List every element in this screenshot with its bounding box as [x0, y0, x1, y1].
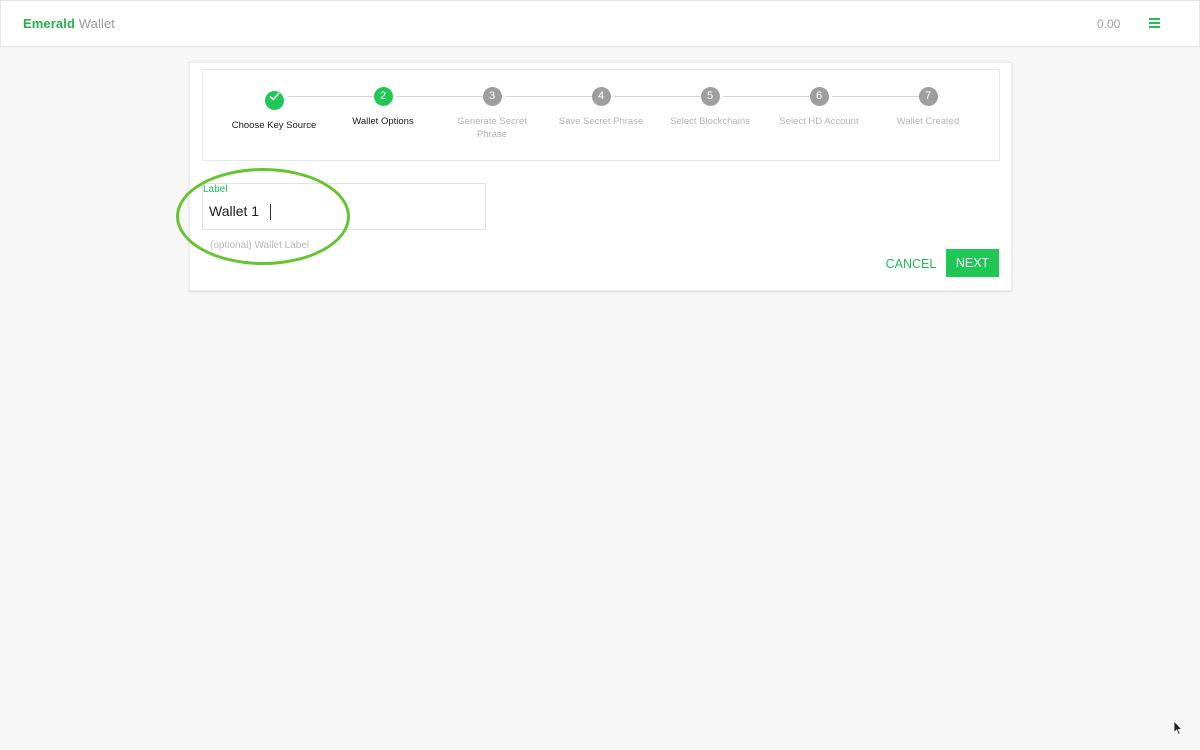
step-label: Wallet Created	[896, 116, 960, 127]
cancel-button[interactable]: CANCEL	[880, 250, 942, 278]
app-bar: Emerald Wallet 0.00	[0, 0, 1200, 47]
brand-secondary: Wallet	[78, 16, 115, 31]
wallet-label-field-label: Label	[203, 184, 228, 195]
step-wallet-created: 7 Wallet Created	[878, 87, 978, 128]
step-generate-secret-phrase: 3 Generate Secret Phrase	[442, 87, 542, 141]
step-select-blockchains: 5 Select Blockchains	[660, 87, 760, 128]
step-select-hd-account: 6 Select HD Account	[769, 87, 869, 128]
wallet-label-field[interactable]	[202, 183, 486, 230]
wallet-stepper: Choose Key Source 2 Wallet Options 3 Gen…	[202, 69, 1000, 161]
step-wallet-options: 2 Wallet Options	[333, 87, 433, 128]
step-number: 3	[482, 87, 502, 106]
step-label: Wallet Options	[352, 116, 414, 127]
step-label: Save Secret Phrase	[558, 116, 644, 127]
step-number: 5	[700, 87, 720, 106]
hamburger-menu-icon[interactable]	[1149, 17, 1161, 30]
brand-logo[interactable]: Emerald Wallet	[23, 16, 115, 31]
step-number: 4	[591, 87, 611, 106]
step-label: Select HD Account	[779, 116, 859, 127]
step-choose-key-source: Choose Key Source	[224, 87, 324, 132]
brand-primary: Emerald	[23, 16, 76, 31]
wallet-label-input[interactable]	[209, 203, 469, 219]
step-label: Choose Key Source	[231, 120, 317, 131]
check-icon	[264, 91, 284, 110]
next-button[interactable]: NEXT	[946, 249, 999, 277]
wallet-label-helper-text: (optional) Wallet Label	[210, 240, 310, 251]
text-caret	[270, 204, 271, 220]
mouse-pointer-icon	[1173, 719, 1183, 741]
step-number: 7	[918, 87, 938, 106]
total-balance: 0.00	[1097, 17, 1121, 31]
step-number: 2	[373, 87, 393, 106]
create-wallet-card: Choose Key Source 2 Wallet Options 3 Gen…	[176, 62, 1012, 291]
step-label: Select Blockchains	[670, 116, 750, 127]
step-save-secret-phrase: 4 Save Secret Phrase	[551, 87, 651, 128]
step-number: 6	[809, 87, 829, 106]
step-label: Generate Secret Phrase	[457, 116, 527, 140]
